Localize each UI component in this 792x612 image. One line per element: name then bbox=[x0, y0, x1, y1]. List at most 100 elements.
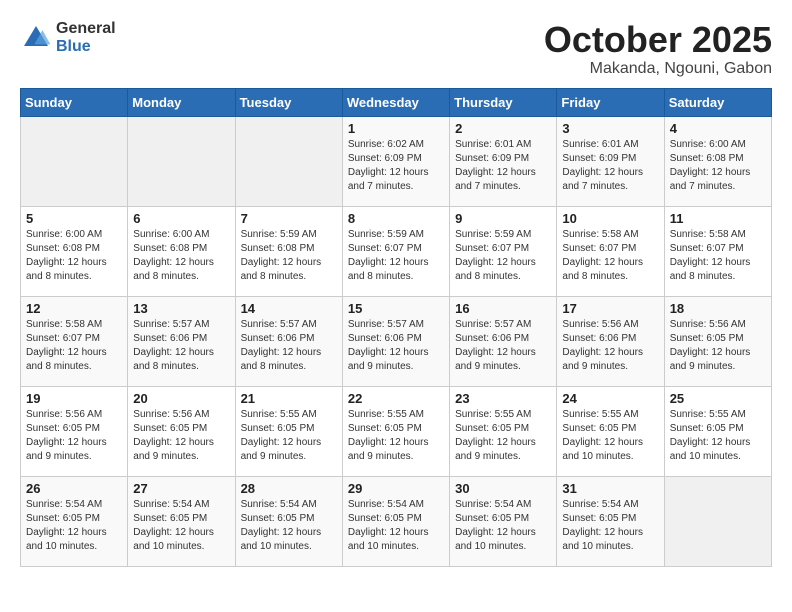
logo-icon bbox=[20, 22, 52, 54]
day-number: 21 bbox=[241, 391, 337, 406]
day-info: Sunrise: 6:00 AM Sunset: 6:08 PM Dayligh… bbox=[133, 228, 229, 284]
day-info: Sunrise: 5:54 AM Sunset: 6:05 PM Dayligh… bbox=[241, 498, 337, 554]
day-info: Sunrise: 6:02 AM Sunset: 6:09 PM Dayligh… bbox=[348, 138, 444, 194]
calendar-cell: 16 Sunrise: 5:57 AM Sunset: 6:06 PM Dayli… bbox=[450, 296, 557, 386]
calendar-cell: 22Sunrise: 5:55 AM Sunset: 6:05 PM Dayli… bbox=[342, 386, 449, 476]
calendar-cell: 1 Sunrise: 6:02 AM Sunset: 6:09 PM Daylig… bbox=[342, 116, 449, 206]
day-info: Sunrise: 5:58 AM Sunset: 6:07 PM Dayligh… bbox=[26, 318, 122, 374]
day-info: Sunrise: 6:01 AM Sunset: 6:09 PM Dayligh… bbox=[562, 138, 658, 194]
month-title: October 2025 bbox=[544, 20, 772, 60]
day-info: Sunrise: 5:54 AM Sunset: 6:05 PM Dayligh… bbox=[133, 498, 229, 554]
day-info: Sunrise: 5:56 AM Sunset: 6:05 PM Dayligh… bbox=[670, 318, 766, 374]
day-number: 10 bbox=[562, 211, 658, 226]
day-info: Sunrise: 5:58 AM Sunset: 6:07 PM Dayligh… bbox=[562, 228, 658, 284]
day-info: Sunrise: 5:56 AM Sunset: 6:06 PM Dayligh… bbox=[562, 318, 658, 374]
day-number: 25 bbox=[670, 391, 766, 406]
weekday-header-row: SundayMondayTuesdayWednesdayThursdayFrid… bbox=[21, 88, 772, 116]
calendar-cell: 26 Sunrise: 5:54 AM Sunset: 6:05 PM Dayli… bbox=[21, 476, 128, 566]
day-number: 7 bbox=[241, 211, 337, 226]
day-number: 3 bbox=[562, 121, 658, 136]
day-info: Sunrise: 5:54 AM Sunset: 6:05 PM Dayligh… bbox=[348, 498, 444, 554]
weekday-header: Thursday bbox=[450, 88, 557, 116]
calendar-cell: 19 Sunrise: 5:56 AM Sunset: 6:05 PM Dayli… bbox=[21, 386, 128, 476]
day-number: 24 bbox=[562, 391, 658, 406]
calendar-cell: 28 Sunrise: 5:54 AM Sunset: 6:05 PM Dayli… bbox=[235, 476, 342, 566]
day-number: 27 bbox=[133, 481, 229, 496]
day-number: 29 bbox=[348, 481, 444, 496]
calendar-cell bbox=[664, 476, 771, 566]
calendar-week-row: 1 Sunrise: 6:02 AM Sunset: 6:09 PM Daylig… bbox=[21, 116, 772, 206]
day-number: 20 bbox=[133, 391, 229, 406]
day-info: Sunrise: 5:54 AM Sunset: 6:05 PM Dayligh… bbox=[455, 498, 551, 554]
calendar-cell: 20 Sunrise: 5:56 AM Sunset: 6:05 PM Dayli… bbox=[128, 386, 235, 476]
calendar-cell: 9 Sunrise: 5:59 AM Sunset: 6:07 PM Daylig… bbox=[450, 206, 557, 296]
logo-general-text: General bbox=[56, 20, 116, 38]
calendar-cell: 21 Sunrise: 5:55 AM Sunset: 6:05 PM Dayli… bbox=[235, 386, 342, 476]
day-info: Sunrise: 5:55 AM Sunset: 6:05 PM Dayligh… bbox=[562, 408, 658, 464]
day-number: 22 bbox=[348, 391, 444, 406]
calendar-cell: 15Sunrise: 5:57 AM Sunset: 6:06 PM Dayli… bbox=[342, 296, 449, 386]
location: Makanda, Ngouni, Gabon bbox=[544, 60, 772, 78]
day-info: Sunrise: 6:00 AM Sunset: 6:08 PM Dayligh… bbox=[670, 138, 766, 194]
weekday-header: Monday bbox=[128, 88, 235, 116]
day-info: Sunrise: 5:59 AM Sunset: 6:08 PM Dayligh… bbox=[241, 228, 337, 284]
day-info: Sunrise: 5:57 AM Sunset: 6:06 PM Dayligh… bbox=[455, 318, 551, 374]
day-number: 15 bbox=[348, 301, 444, 316]
day-info: Sunrise: 5:54 AM Sunset: 6:05 PM Dayligh… bbox=[562, 498, 658, 554]
calendar-cell: 27 Sunrise: 5:54 AM Sunset: 6:05 PM Dayli… bbox=[128, 476, 235, 566]
day-number: 19 bbox=[26, 391, 122, 406]
calendar-cell: 4 Sunrise: 6:00 AM Sunset: 6:08 PM Daylig… bbox=[664, 116, 771, 206]
day-number: 9 bbox=[455, 211, 551, 226]
day-number: 8 bbox=[348, 211, 444, 226]
day-info: Sunrise: 6:00 AM Sunset: 6:08 PM Dayligh… bbox=[26, 228, 122, 284]
day-info: Sunrise: 5:59 AM Sunset: 6:07 PM Dayligh… bbox=[348, 228, 444, 284]
day-number: 2 bbox=[455, 121, 551, 136]
weekday-header: Sunday bbox=[21, 88, 128, 116]
calendar-cell: 3 Sunrise: 6:01 AM Sunset: 6:09 PM Daylig… bbox=[557, 116, 664, 206]
calendar-cell: 10 Sunrise: 5:58 AM Sunset: 6:07 PM Dayli… bbox=[557, 206, 664, 296]
page-header: General Blue October 2025 Makanda, Ngoun… bbox=[20, 20, 772, 78]
weekday-header: Friday bbox=[557, 88, 664, 116]
day-number: 4 bbox=[670, 121, 766, 136]
day-number: 16 bbox=[455, 301, 551, 316]
day-info: Sunrise: 5:59 AM Sunset: 6:07 PM Dayligh… bbox=[455, 228, 551, 284]
calendar-cell: 31Sunrise: 5:54 AM Sunset: 6:05 PM Dayli… bbox=[557, 476, 664, 566]
calendar-table: SundayMondayTuesdayWednesdayThursdayFrid… bbox=[20, 88, 772, 567]
logo-blue-text: Blue bbox=[56, 38, 116, 56]
calendar-cell bbox=[128, 116, 235, 206]
day-number: 17 bbox=[562, 301, 658, 316]
day-number: 5 bbox=[26, 211, 122, 226]
calendar-cell: 11Sunrise: 5:58 AM Sunset: 6:07 PM Dayli… bbox=[664, 206, 771, 296]
calendar-cell: 30Sunrise: 5:54 AM Sunset: 6:05 PM Dayli… bbox=[450, 476, 557, 566]
calendar-cell: 23Sunrise: 5:55 AM Sunset: 6:05 PM Dayli… bbox=[450, 386, 557, 476]
calendar-cell: 25 Sunrise: 5:55 AM Sunset: 6:05 PM Dayli… bbox=[664, 386, 771, 476]
calendar-cell bbox=[21, 116, 128, 206]
day-info: Sunrise: 5:55 AM Sunset: 6:05 PM Dayligh… bbox=[670, 408, 766, 464]
calendar-cell: 29 Sunrise: 5:54 AM Sunset: 6:05 PM Dayli… bbox=[342, 476, 449, 566]
calendar-week-row: 19 Sunrise: 5:56 AM Sunset: 6:05 PM Dayli… bbox=[21, 386, 772, 476]
day-number: 26 bbox=[26, 481, 122, 496]
day-number: 12 bbox=[26, 301, 122, 316]
day-info: Sunrise: 5:54 AM Sunset: 6:05 PM Dayligh… bbox=[26, 498, 122, 554]
calendar-cell: 2Sunrise: 6:01 AM Sunset: 6:09 PM Daylig… bbox=[450, 116, 557, 206]
calendar-cell: 6Sunrise: 6:00 AM Sunset: 6:08 PM Daylig… bbox=[128, 206, 235, 296]
day-info: Sunrise: 5:55 AM Sunset: 6:05 PM Dayligh… bbox=[241, 408, 337, 464]
day-info: Sunrise: 5:56 AM Sunset: 6:05 PM Dayligh… bbox=[133, 408, 229, 464]
weekday-header: Saturday bbox=[664, 88, 771, 116]
title-area: October 2025 Makanda, Ngouni, Gabon bbox=[544, 20, 772, 78]
calendar-cell: 8 Sunrise: 5:59 AM Sunset: 6:07 PM Daylig… bbox=[342, 206, 449, 296]
calendar-cell bbox=[235, 116, 342, 206]
calendar-week-row: 26 Sunrise: 5:54 AM Sunset: 6:05 PM Dayli… bbox=[21, 476, 772, 566]
calendar-cell: 12 Sunrise: 5:58 AM Sunset: 6:07 PM Dayli… bbox=[21, 296, 128, 386]
day-number: 14 bbox=[241, 301, 337, 316]
day-number: 18 bbox=[670, 301, 766, 316]
calendar-week-row: 5 Sunrise: 6:00 AM Sunset: 6:08 PM Daylig… bbox=[21, 206, 772, 296]
day-number: 28 bbox=[241, 481, 337, 496]
day-info: Sunrise: 5:58 AM Sunset: 6:07 PM Dayligh… bbox=[670, 228, 766, 284]
day-number: 13 bbox=[133, 301, 229, 316]
calendar-cell: 5 Sunrise: 6:00 AM Sunset: 6:08 PM Daylig… bbox=[21, 206, 128, 296]
day-number: 1 bbox=[348, 121, 444, 136]
day-info: Sunrise: 5:56 AM Sunset: 6:05 PM Dayligh… bbox=[26, 408, 122, 464]
weekday-header: Tuesday bbox=[235, 88, 342, 116]
calendar-cell: 13Sunrise: 5:57 AM Sunset: 6:06 PM Dayli… bbox=[128, 296, 235, 386]
